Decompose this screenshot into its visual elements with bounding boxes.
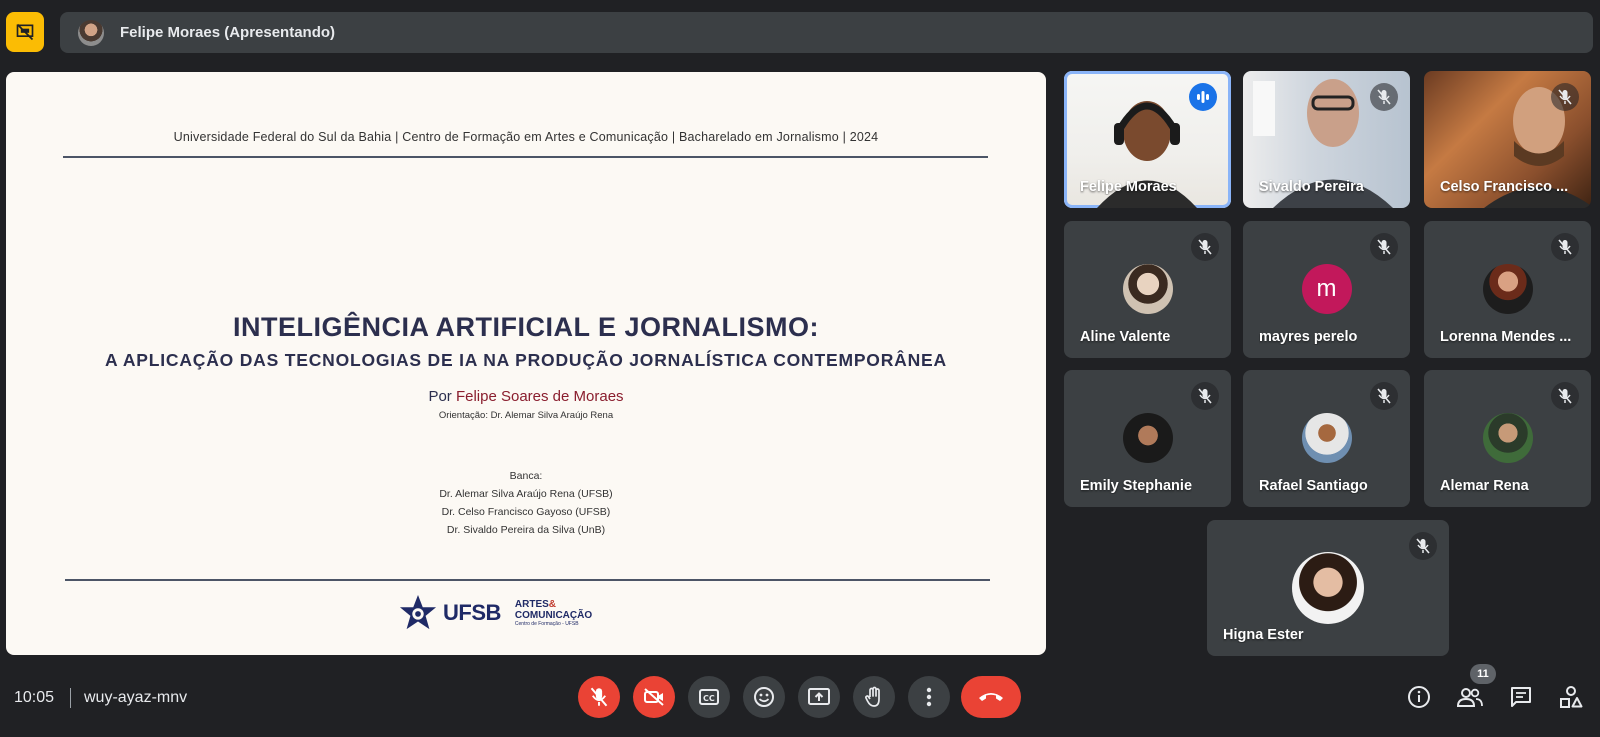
artes-logo-amp: & xyxy=(548,598,557,610)
activities-button[interactable] xyxy=(1558,684,1584,710)
participant-avatar xyxy=(1482,264,1533,314)
participant-avatar: m xyxy=(1301,264,1352,314)
slide-title: INTELIGÊNCIA ARTIFICIAL E JORNALISMO: xyxy=(232,312,819,342)
mic-off-icon xyxy=(1409,532,1437,560)
present-screen-button[interactable] xyxy=(798,676,840,718)
participant-tile[interactable]: Felipe Moraes xyxy=(1064,71,1231,208)
present-screen-icon xyxy=(808,688,830,705)
slide-top-rule xyxy=(63,156,988,158)
participant-avatar xyxy=(1122,264,1173,314)
mic-off-icon xyxy=(1370,233,1398,261)
slide-bottom-rule xyxy=(65,579,990,581)
participant-name: Emily Stephanie xyxy=(1080,478,1193,494)
participant-tile[interactable]: Alemar Rena xyxy=(1424,370,1591,507)
participant-tile[interactable]: Sivaldo Pereira xyxy=(1243,71,1410,208)
svg-text:CC: CC xyxy=(703,694,715,703)
meeting-code: wuy-ayaz-mnv xyxy=(84,689,188,706)
slide-subtitle: A APLICAÇÃO DAS TECNOLOGIAS DE IA NA PRO… xyxy=(105,350,947,370)
shared-slide[interactable]: Universidade Federal do Sul da Bahia | C… xyxy=(6,72,1046,655)
participant-avatar xyxy=(1482,413,1533,463)
participant-tile[interactable]: Lorenna Mendes ... xyxy=(1424,221,1591,358)
raise-hand-button[interactable] xyxy=(853,676,895,718)
end-call-button[interactable] xyxy=(961,676,1021,718)
participant-name: Aline Valente xyxy=(1080,329,1171,345)
presenter-bar[interactable]: Felipe Moraes (Apresentando) xyxy=(60,12,1593,53)
emoji-reactions-button[interactable] xyxy=(743,676,785,718)
slide-header: Universidade Federal do Sul da Bahia | C… xyxy=(173,130,879,144)
participant-tile[interactable]: Rafael Santiago xyxy=(1243,370,1410,507)
mic-off-icon xyxy=(1191,382,1219,410)
artes-comunicacao-logo: ARTES& COMUNICAÇÃO Centro de Formação - … xyxy=(515,599,592,628)
divider xyxy=(70,688,71,708)
slide-advisor: Orientação: Dr. Alemar Silva Araújo Rena xyxy=(438,410,614,421)
slide-by-prefix: Por xyxy=(428,388,456,405)
mic-off-icon xyxy=(1551,382,1579,410)
participant-tile[interactable]: m mayres perelo xyxy=(1243,221,1410,358)
banca-member: Dr. Alemar Silva Araújo Rena (UFSB) xyxy=(439,488,613,500)
participant-name: Higna Ester xyxy=(1223,627,1304,643)
end-call-icon xyxy=(979,693,1003,701)
emoji-icon xyxy=(754,687,774,707)
participant-tile[interactable]: Emily Stephanie xyxy=(1064,370,1231,507)
participant-avatar xyxy=(1301,413,1352,463)
slide-logos: UFSB ARTES& COMUNICAÇÃO Centro de Formaç… xyxy=(399,594,592,632)
ufsb-logo-text: UFSB xyxy=(443,600,501,625)
participant-name: Sivaldo Pereira xyxy=(1259,179,1364,195)
participant-tile[interactable]: Celso Francisco ... xyxy=(1424,71,1591,208)
mic-off-icon xyxy=(1370,382,1398,410)
artes-logo-line1: ARTES xyxy=(514,598,549,610)
participant-tile[interactable]: Higna Ester xyxy=(1207,520,1449,656)
camera-toggle-button[interactable] xyxy=(633,676,675,718)
banca-title: Banca: xyxy=(509,470,543,482)
chat-button[interactable] xyxy=(1508,684,1534,710)
participant-name: mayres perelo xyxy=(1259,329,1358,345)
artes-logo-small: Centro de Formação - UFSB xyxy=(514,620,579,627)
captions-button[interactable]: CC xyxy=(688,676,730,718)
mic-toggle-button[interactable] xyxy=(578,676,620,718)
activities-icon xyxy=(1560,686,1583,708)
slide-author: Felipe Soares de Moraes xyxy=(455,388,624,405)
raise-hand-icon xyxy=(865,686,880,707)
banca-member: Dr. Sivaldo Pereira da Silva (UnB) xyxy=(446,524,606,536)
participant-avatar xyxy=(1292,552,1364,624)
participant-name: Lorenna Mendes ... xyxy=(1440,329,1572,345)
meeting-clock: 10:05 xyxy=(14,689,55,706)
participant-tile[interactable]: Aline Valente xyxy=(1064,221,1231,358)
info-icon xyxy=(1408,686,1430,708)
participant-name: Celso Francisco ... xyxy=(1440,179,1569,195)
stop-presenting-icon xyxy=(16,23,34,41)
people-count-badge: 11 xyxy=(1470,664,1496,684)
chat-icon xyxy=(1511,687,1531,707)
mic-off-icon xyxy=(1191,233,1219,261)
mic-off-icon xyxy=(1551,83,1579,111)
ufsb-star-logo-icon xyxy=(399,594,437,630)
mic-off-icon xyxy=(1551,233,1579,261)
camera-off-icon xyxy=(644,688,664,706)
mic-off-icon xyxy=(590,687,608,707)
artes-logo-line2: COMUNICAÇÃO xyxy=(514,609,593,621)
captions-icon: CC xyxy=(699,689,719,705)
meeting-info-button[interactable] xyxy=(1406,684,1432,710)
presenter-label: Felipe Moraes (Apresentando) xyxy=(120,24,336,41)
slide-banca: Banca: Dr. Alemar Silva Araújo Rena (UFS… xyxy=(6,467,1046,539)
more-options-icon xyxy=(926,687,932,707)
avatar-initial: m xyxy=(1316,275,1337,302)
more-options-button[interactable] xyxy=(908,676,950,718)
slide-author-line: Por Felipe Soares de Moraes xyxy=(6,388,1046,405)
participant-name: Alemar Rena xyxy=(1440,478,1529,494)
people-icon xyxy=(1457,688,1483,707)
people-button[interactable] xyxy=(1457,684,1483,710)
stop-presenting-button[interactable] xyxy=(6,12,44,52)
participant-avatar xyxy=(1122,413,1173,463)
participant-name: Felipe Moraes xyxy=(1080,179,1177,195)
presenter-avatar xyxy=(78,19,104,46)
participant-name: Rafael Santiago xyxy=(1259,478,1368,494)
mic-off-icon xyxy=(1370,83,1398,111)
speaking-indicator-icon xyxy=(1189,83,1217,111)
banca-member: Dr. Celso Francisco Gayoso (UFSB) xyxy=(441,506,611,518)
